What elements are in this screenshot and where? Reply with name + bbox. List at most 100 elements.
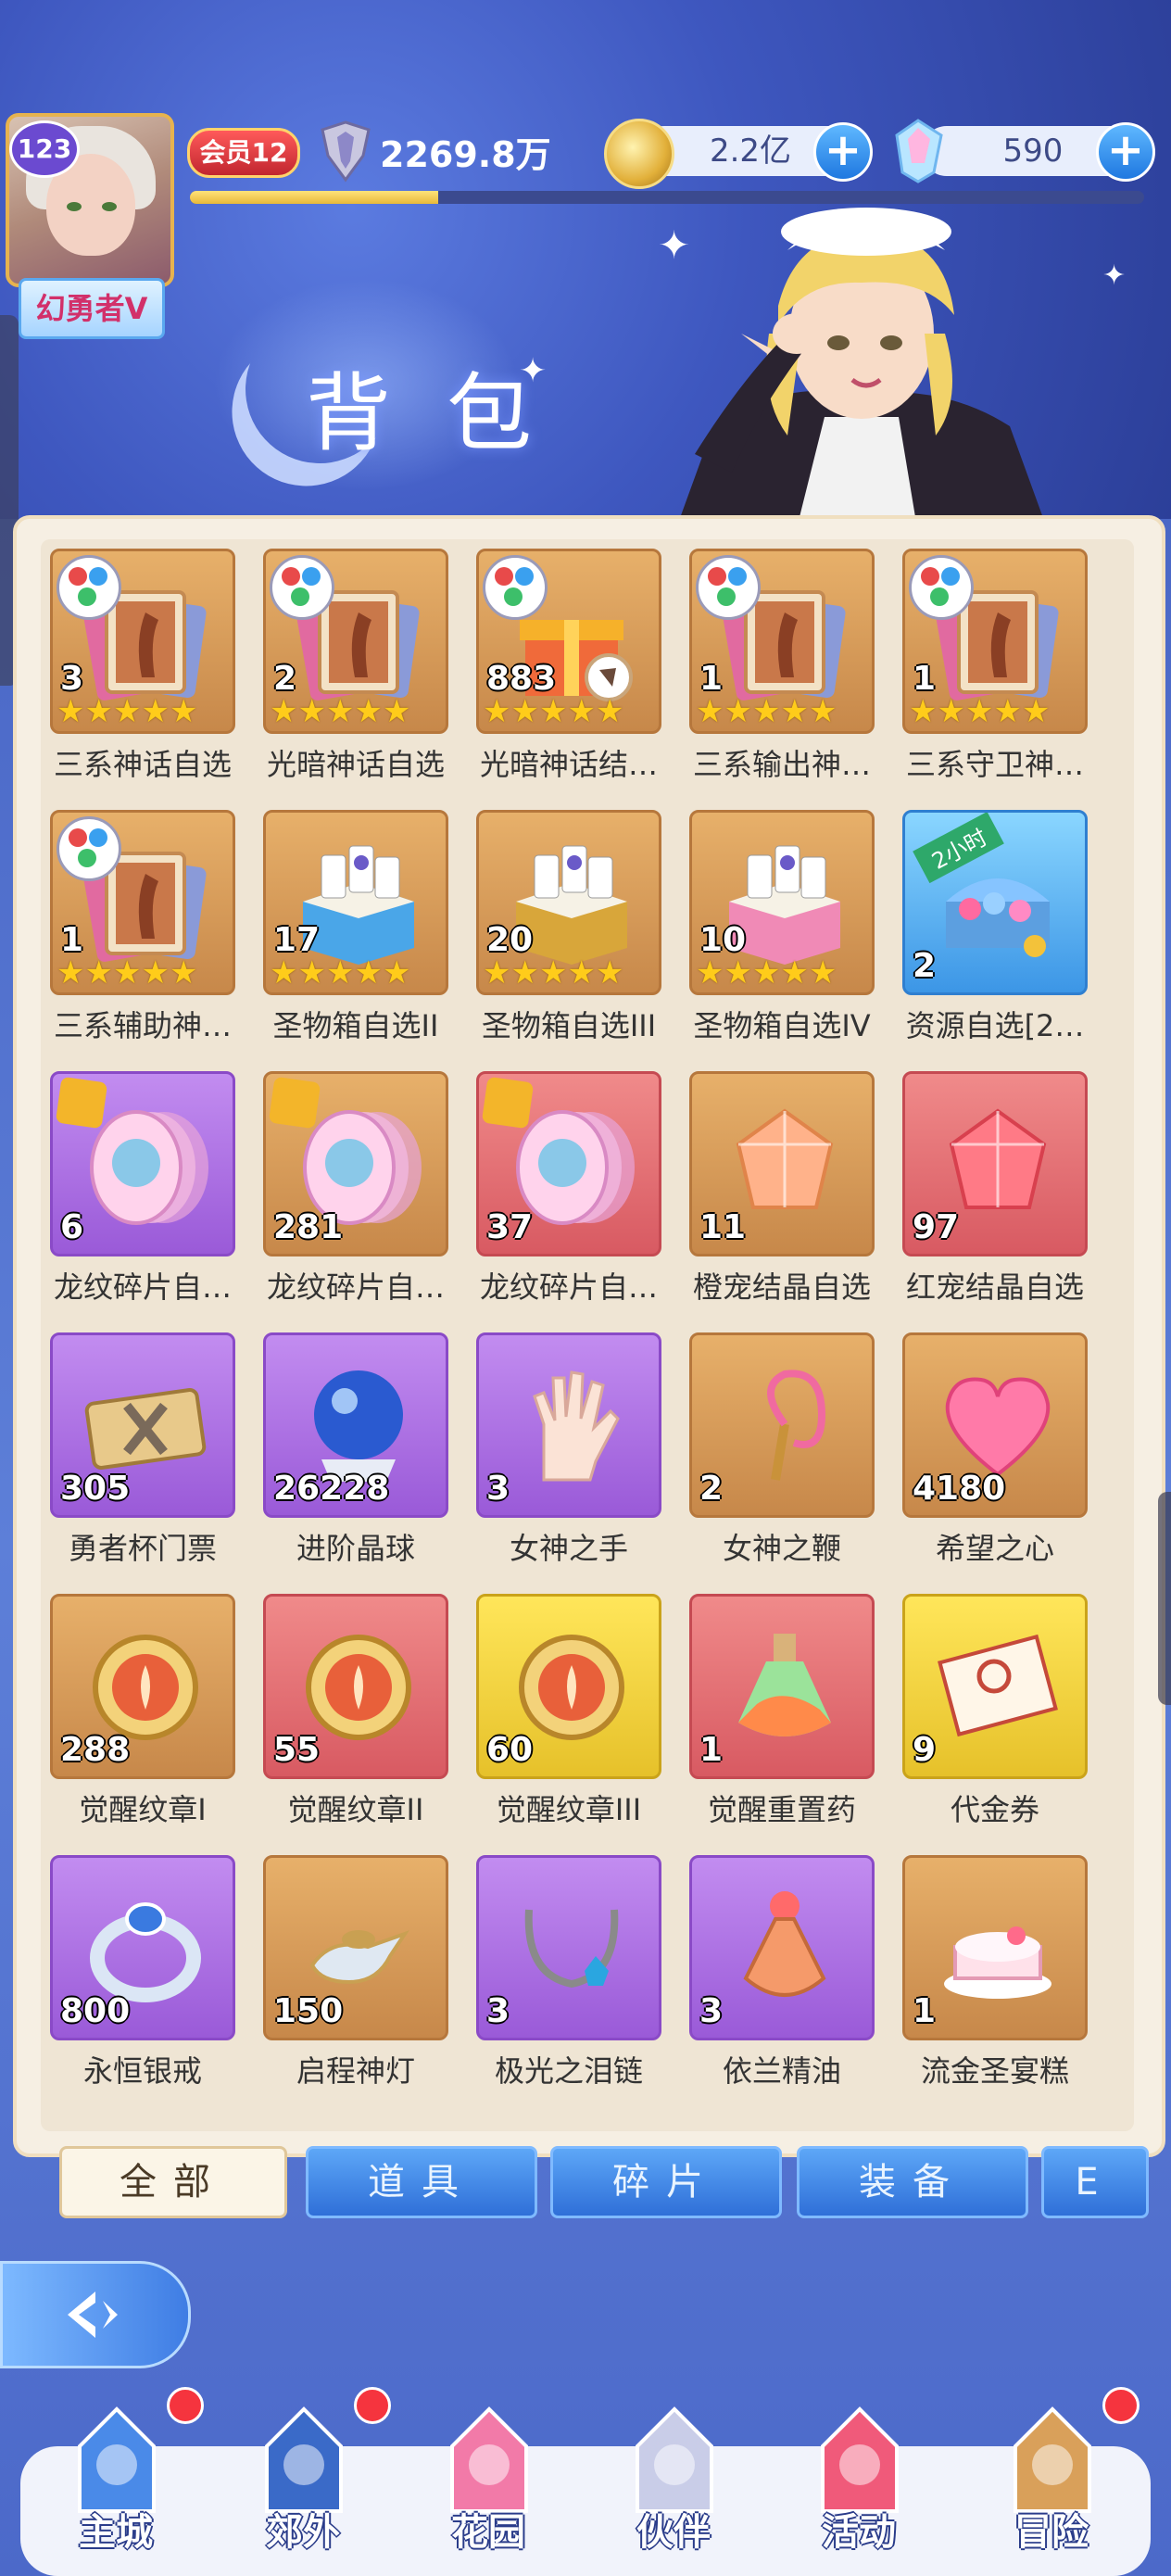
- item-name: 永恒银戒: [82, 2053, 202, 2089]
- inventory-item[interactable]: 60 觉醒纹章III: [476, 1594, 671, 1844]
- item-card[interactable]: ★ ★ ★ ★ ★ 20: [476, 810, 661, 995]
- nav-item-2[interactable]: 郊外: [215, 2387, 391, 2576]
- inventory-item[interactable]: 2 女神之鞭: [689, 1332, 884, 1583]
- inventory-item[interactable]: 1 流金圣宴糕: [902, 1855, 1097, 2105]
- inventory-item[interactable]: ★ ★ ★ ★ ★ 1 三系输出神…: [689, 549, 884, 799]
- inventory-scroll-area[interactable]: ★ ★ ★ ★ ★ 3 三系神话自选 ★ ★ ★ ★ ★ 2 光暗神话自选 ★ ★ ★ ★ ★ 883 光暗神话结… ★ ★…: [41, 539, 1134, 2131]
- inventory-item[interactable]: 1 觉醒重置药: [689, 1594, 884, 1844]
- vip-badge[interactable]: 会员12: [187, 128, 300, 178]
- add-diamond-button[interactable]: +: [1096, 122, 1155, 182]
- item-card[interactable]: 800: [50, 1855, 235, 2040]
- item-card[interactable]: 6: [50, 1071, 235, 1256]
- nav-item-6[interactable]: 冒险: [963, 2387, 1140, 2576]
- inventory-item[interactable]: 97 红宠结晶自选: [902, 1071, 1097, 1321]
- inventory-item[interactable]: 55 觉醒纹章II: [263, 1594, 458, 1844]
- item-card[interactable]: 150: [263, 1855, 448, 2040]
- inventory-item[interactable]: 37 龙纹碎片自…: [476, 1071, 671, 1321]
- item-card[interactable]: 55: [263, 1594, 448, 1779]
- item-card[interactable]: ★ ★ ★ ★ ★ 17: [263, 810, 448, 995]
- tab-5[interactable]: E: [1041, 2146, 1149, 2218]
- item-count: 10: [699, 921, 747, 959]
- star-icon: ★: [808, 954, 837, 991]
- item-card[interactable]: ★ ★ ★ ★ ★ 1: [902, 549, 1088, 734]
- inventory-item[interactable]: 26228 进阶晶球: [263, 1332, 458, 1583]
- back-button[interactable]: [0, 2261, 191, 2368]
- add-gold-button[interactable]: +: [813, 122, 873, 182]
- item-count: 3: [60, 660, 84, 698]
- inventory-item[interactable]: 11 橙宠结晶自选: [689, 1071, 884, 1321]
- inventory-item[interactable]: 9 代金券: [902, 1594, 1097, 1844]
- star-icon: ★: [297, 954, 326, 991]
- star-icon: ★: [84, 954, 113, 991]
- item-card[interactable]: 97: [902, 1071, 1088, 1256]
- inventory-item[interactable]: ★ ★ ★ ★ ★ 17 圣物箱自选II: [263, 810, 458, 1060]
- star-icon: ★: [169, 693, 198, 730]
- nav-item-1[interactable]: 主城: [28, 2387, 204, 2576]
- inventory-item[interactable]: 281 龙纹碎片自…: [263, 1071, 458, 1321]
- inventory-item[interactable]: ★ ★ ★ ★ ★ 10 圣物箱自选IV: [689, 810, 884, 1060]
- star-rating: ★ ★ ★ ★ ★: [696, 696, 837, 727]
- star-icon: ★: [1021, 693, 1051, 730]
- sparkle-icon: ✦: [1102, 259, 1127, 292]
- item-count: 60: [486, 1731, 534, 1769]
- item-card[interactable]: ★ ★ ★ ★ ★ 883: [476, 549, 661, 734]
- item-card[interactable]: 2: [689, 1332, 875, 1518]
- item-card[interactable]: 11: [689, 1071, 875, 1256]
- inventory-item[interactable]: 4180 希望之心: [902, 1332, 1097, 1583]
- inventory-item[interactable]: 3 极光之泪链: [476, 1855, 671, 2105]
- item-card[interactable]: ★ ★ ★ ★ ★ 2: [263, 549, 448, 734]
- item-count: 2: [913, 947, 937, 985]
- star-icon: ★: [483, 693, 511, 730]
- tab-3[interactable]: 碎片: [550, 2146, 782, 2218]
- inventory-item[interactable]: 6 龙纹碎片自…: [50, 1071, 245, 1321]
- tab-4[interactable]: 装备: [797, 2146, 1028, 2218]
- item-card[interactable]: 3: [689, 1855, 875, 2040]
- inventory-item[interactable]: 800 永恒银戒: [50, 1855, 245, 2105]
- item-card[interactable]: 26228: [263, 1332, 448, 1518]
- notification-badge: [1102, 2387, 1140, 2424]
- nav-item-5[interactable]: 活动: [771, 2391, 947, 2576]
- item-card[interactable]: ★ ★ ★ ★ ★ 3: [50, 549, 235, 734]
- inventory-item[interactable]: 3 依兰精油: [689, 1855, 884, 2105]
- inventory-item[interactable]: ★ ★ ★ ★ ★ 883 光暗神话结…: [476, 549, 671, 799]
- item-card[interactable]: 288: [50, 1594, 235, 1779]
- item-card[interactable]: 3: [476, 1855, 661, 2040]
- item-card[interactable]: 281: [263, 1071, 448, 1256]
- hand-icon: [507, 1359, 636, 1489]
- item-card[interactable]: ★ ★ ★ ★ ★ 1: [689, 549, 875, 734]
- item-card[interactable]: 305: [50, 1332, 235, 1518]
- inventory-item[interactable]: 305 勇者杯门票: [50, 1332, 245, 1583]
- inventory-item[interactable]: 2小时 2 资源自选[2…: [902, 810, 1097, 1060]
- inventory-item[interactable]: ★ ★ ★ ★ ★ 3 三系神话自选: [50, 549, 245, 799]
- star-rating: ★ ★ ★ ★ ★: [57, 957, 197, 989]
- item-count: 288: [60, 1731, 131, 1769]
- nav-label: 花园: [451, 2511, 525, 2554]
- inventory-item[interactable]: 150 启程神灯: [263, 1855, 458, 2105]
- nav-item-3[interactable]: 花园: [400, 2391, 576, 2576]
- item-card[interactable]: 9: [902, 1594, 1088, 1779]
- item-card[interactable]: 2小时 2: [902, 810, 1088, 995]
- inventory-item[interactable]: 288 觉醒纹章I: [50, 1594, 245, 1844]
- item-card[interactable]: 37: [476, 1071, 661, 1256]
- item-card[interactable]: ★ ★ ★ ★ ★ 10: [689, 810, 875, 995]
- item-name: 进阶晶球: [296, 1531, 415, 1566]
- inventory-item[interactable]: ★ ★ ★ ★ ★ 1 三系辅助神…: [50, 810, 245, 1060]
- item-card[interactable]: 1: [689, 1594, 875, 1779]
- tab-1[interactable]: 全部: [59, 2146, 287, 2218]
- element-type-icon: [909, 555, 974, 620]
- item-card[interactable]: ★ ★ ★ ★ ★ 1: [50, 810, 235, 995]
- inventory-item[interactable]: ★ ★ ★ ★ ★ 2 光暗神话自选: [263, 549, 458, 799]
- item-card[interactable]: 3: [476, 1332, 661, 1518]
- item-card[interactable]: 60: [476, 1594, 661, 1779]
- inventory-item[interactable]: ★ ★ ★ ★ ★ 20 圣物箱自选III: [476, 810, 671, 1060]
- notification-badge: [167, 2387, 204, 2424]
- item-card[interactable]: 4180: [902, 1332, 1088, 1518]
- nav-item-4[interactable]: 伙伴: [586, 2391, 762, 2576]
- item-count: 6: [60, 1208, 84, 1246]
- star-icon: ★: [538, 693, 568, 730]
- tab-2[interactable]: 道具: [306, 2146, 537, 2218]
- star-icon: ★: [993, 693, 1022, 730]
- inventory-item[interactable]: 3 女神之手: [476, 1332, 671, 1583]
- item-card[interactable]: 1: [902, 1855, 1088, 2040]
- inventory-item[interactable]: ★ ★ ★ ★ ★ 1 三系守卫神…: [902, 549, 1097, 799]
